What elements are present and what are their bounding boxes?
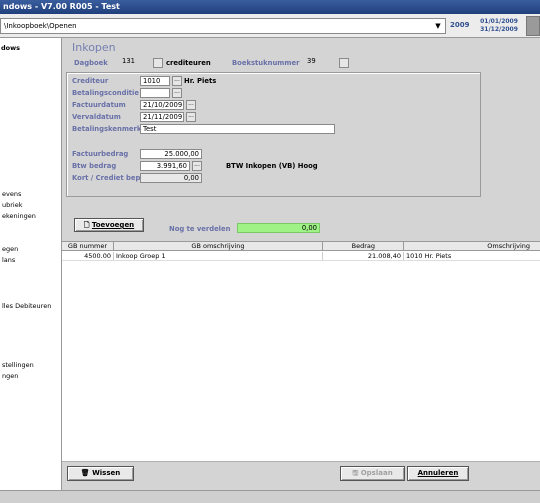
window-title: ndows - V7.00 R005 - Test	[3, 2, 120, 11]
annuleren-button[interactable]: Annuleren	[407, 466, 469, 481]
cell-bedrag: 21.008,40	[323, 252, 404, 261]
nog-te-verdelen-label: Nog te verdelen	[169, 225, 231, 233]
boekstuk-label: Boekstuknummer	[232, 59, 300, 67]
betalingsconditie-label: Betalingsconditie	[72, 89, 139, 97]
betalingskenmerk-field[interactable]: Test	[140, 124, 335, 134]
betalingskenmerk-label: Betalingskenmerk	[72, 125, 142, 133]
boekstuk-lookup-button[interactable]	[339, 58, 349, 68]
opslaan-button[interactable]: 🖫 Opslaan	[340, 466, 405, 481]
opslaan-label: Opslaan	[360, 469, 393, 477]
btw-code: BTW Inkopen (VB) Hoog	[226, 162, 318, 170]
sidebar-item[interactable]: stellingen	[2, 361, 34, 369]
sidebar: dows evens ubriek ekeningen egen lans ll…	[0, 38, 62, 490]
chevron-down-icon: ▼	[435, 22, 441, 30]
cell-omschrijving: 1010 Hr. Piets	[404, 252, 540, 261]
vervaldatum-field[interactable]: 21/11/2009	[140, 112, 184, 122]
betalingsconditie-lookup-button[interactable]: ...	[172, 88, 182, 98]
factuurdatum-picker-button[interactable]: ...	[186, 100, 196, 110]
btw-lookup-button[interactable]: ...	[192, 161, 202, 171]
crediteur-lookup-button[interactable]: ...	[172, 76, 182, 86]
wissen-label: Wissen	[92, 469, 121, 477]
crediteur-label: Crediteur	[72, 77, 109, 85]
vervaldatum-picker-button[interactable]: ...	[186, 112, 196, 122]
toevoegen-label: Toevoegen	[91, 221, 135, 229]
cell-gb-nummer: 4500.00	[62, 252, 114, 261]
fiscal-year: 2009	[450, 21, 470, 29]
dagboek-field[interactable]: 131	[120, 57, 150, 67]
factuurdatum-field[interactable]: 21/10/2009	[140, 100, 184, 110]
sidebar-item[interactable]: dows	[1, 44, 20, 52]
annuleren-label: Annuleren	[417, 469, 459, 477]
kort-field[interactable]: 0,00	[140, 173, 202, 183]
kort-label: Kort / Crediet bep.	[72, 174, 143, 182]
corner-button[interactable]	[526, 16, 540, 36]
btw-bedrag-field[interactable]: 3.991,60	[140, 161, 190, 171]
save-icon: 🖫	[352, 469, 359, 477]
betalingsconditie-field[interactable]	[140, 88, 170, 98]
factuurdatum-label: Factuurdatum	[72, 101, 126, 109]
period-start: 01/01/2009	[480, 18, 518, 25]
fiscal-period: 01/01/2009 31/12/2009	[475, 18, 523, 34]
column-header-bedrag[interactable]: Bedrag	[323, 242, 404, 251]
page-title: Inkopen	[72, 41, 116, 54]
trash-icon: 🗑	[80, 469, 90, 477]
cell-gb-omschrijving: Inkoop Groep 1	[114, 252, 323, 261]
vervaldatum-label: Vervaldatum	[72, 113, 121, 121]
toevoegen-button[interactable]: 🗋 Toevoegen	[74, 218, 144, 232]
column-header-omschrijving[interactable]: Omschrijving	[404, 242, 540, 251]
dagboek-name: crediteuren	[166, 59, 211, 67]
distribution-grid: GB nummer GB omschrijving Bedrag Omschri…	[62, 241, 540, 461]
main-panel: Inkopen Dagboek 131 crediteuren Boekstuk…	[62, 38, 540, 490]
factuurbedrag-label: Factuurbedrag	[72, 150, 129, 158]
column-header-gb-omschrijving[interactable]: GB omschrijving	[114, 242, 323, 251]
boekstuk-field[interactable]: 39	[305, 57, 335, 67]
path-bar: \Inkoopboek\Openen ▼ 2009 01/01/2009 31/…	[0, 14, 540, 38]
window-titlebar: ndows - V7.00 R005 - Test	[0, 0, 540, 14]
factuurbedrag-field[interactable]: 25.000,00	[140, 149, 202, 159]
sidebar-item[interactable]: ngen	[2, 372, 18, 380]
status-bar	[0, 490, 540, 503]
period-end: 31/12/2009	[480, 26, 518, 33]
path-dropdown-button[interactable]: ▼	[432, 19, 444, 33]
dagboek-lookup-button[interactable]	[153, 58, 163, 68]
sidebar-item[interactable]: ekeningen	[2, 212, 36, 220]
sidebar-item[interactable]: ubriek	[2, 201, 23, 209]
footer-bar: 🗑 Wissen 🖫 Opslaan Annuleren	[62, 461, 540, 490]
sidebar-item[interactable]: lles Debiteuren	[2, 302, 51, 310]
crediteur-name: Hr. Piets	[184, 77, 217, 85]
btw-bedrag-label: Btw bedrag	[72, 162, 117, 170]
sidebar-item[interactable]: egen	[2, 245, 18, 253]
column-header-gb-nummer[interactable]: GB nummer	[62, 242, 114, 251]
crediteur-field[interactable]: 1010	[140, 76, 170, 86]
wissen-button[interactable]: 🗑 Wissen	[67, 466, 134, 481]
document-icon: 🗋	[83, 221, 90, 229]
sidebar-item[interactable]: evens	[2, 190, 21, 198]
invoice-groupbox: Crediteur 1010 ... Hr. Piets Betalingsco…	[66, 72, 481, 197]
dagboek-label: Dagboek	[74, 59, 108, 67]
path-field[interactable]: \Inkoopboek\Openen	[0, 18, 446, 34]
sidebar-item[interactable]: lans	[2, 256, 15, 264]
nog-te-verdelen-bar: 0,00	[237, 223, 320, 233]
